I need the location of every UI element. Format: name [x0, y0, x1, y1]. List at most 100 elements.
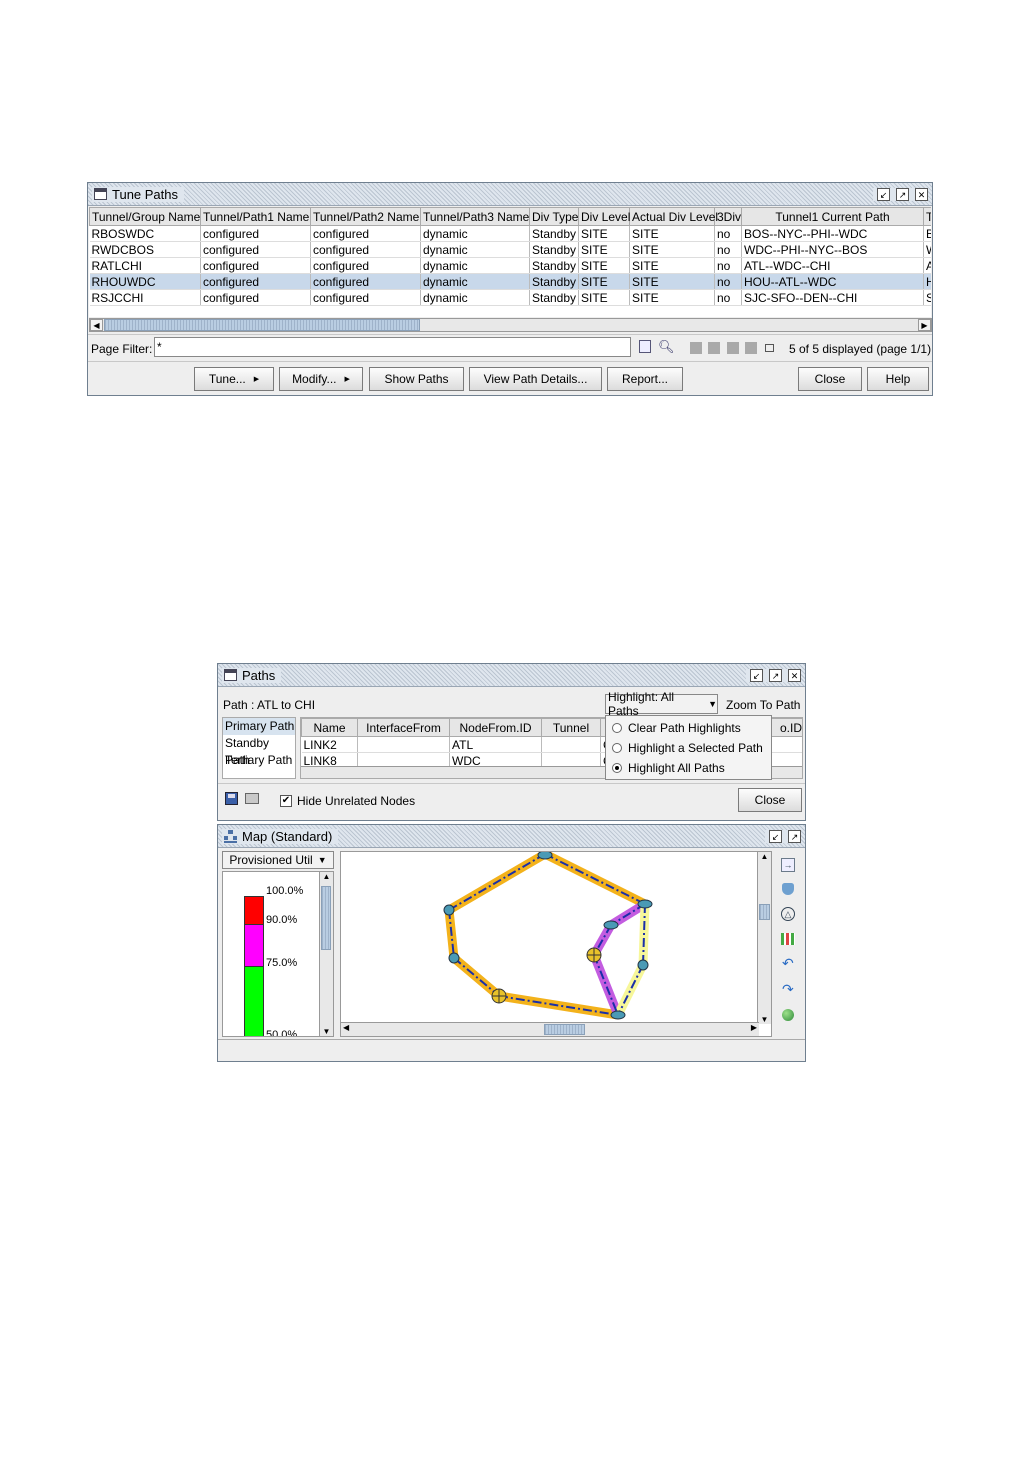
window-title: Paths [242, 667, 276, 683]
report-button[interactable]: Report... [607, 367, 683, 391]
column-header[interactable]: 3Div [714, 207, 742, 226]
page-options-icon[interactable] [765, 344, 774, 352]
menu-item-highlight-selected[interactable]: Highlight a Selected Path [606, 738, 771, 758]
close-button[interactable]: Close [798, 367, 862, 391]
path-type-standby[interactable]: Standby Path [223, 735, 295, 767]
router-node[interactable] [610, 1010, 626, 1020]
minimize-icon[interactable]: ↙ [750, 668, 763, 682]
page-filter-input[interactable]: * [154, 337, 631, 357]
menu-item-clear-highlights[interactable]: Clear Path Highlights [606, 718, 771, 738]
next-page-icon[interactable] [727, 342, 739, 354]
map-titlebar[interactable]: Map (Standard) ↙ ↗ [218, 825, 805, 848]
router-node[interactable] [448, 952, 460, 964]
highlight-dropdown[interactable]: Highlight: All Paths ▼ [605, 690, 718, 718]
table-cell: configured [200, 289, 311, 306]
save-icon[interactable] [225, 792, 238, 805]
horizontal-scrollbar[interactable]: ◀ ▶ [89, 318, 932, 332]
column-header[interactable]: Tunnel/Path1 Name [200, 207, 311, 226]
search-icon[interactable]: 🔍︎ [658, 339, 675, 355]
scroll-right-icon[interactable]: ▶ [918, 319, 931, 331]
prev-page-icon[interactable] [708, 342, 720, 354]
column-header[interactable]: Tunnel/Path2 Name [310, 207, 421, 226]
table-row[interactable]: RSJCCHI configured configured dynamic Standb… [89, 289, 931, 306]
table-cell: SITE [578, 225, 630, 242]
find-icon[interactable] [639, 340, 651, 353]
tune-paths-titlebar[interactable]: Tune Paths ↙ ↗ ✕ [88, 183, 932, 206]
column-header[interactable]: NodeFrom.ID [449, 718, 542, 737]
switch-node[interactable] [586, 947, 602, 963]
column-header[interactable]: Div Type [529, 207, 579, 226]
column-header[interactable]: Tunnel1 Current Path [741, 207, 924, 226]
router-node[interactable] [537, 852, 553, 860]
router-node[interactable] [637, 899, 653, 909]
table-row[interactable]: RBOSWDC configured configured dynamic Standb… [89, 225, 931, 242]
table-cell: HOU--ATL--WDC [741, 273, 924, 290]
paths-titlebar[interactable]: Paths ↙ ↗ ✕ [218, 664, 805, 687]
router-node[interactable] [603, 920, 619, 930]
layout-icon[interactable] [781, 933, 795, 945]
column-header[interactable]: Tunnel/Group Name [89, 207, 201, 226]
show-paths-button[interactable]: Show Paths [369, 367, 464, 391]
path-type-tertiary[interactable]: Tertiary Path [223, 752, 295, 769]
legend-label: 100.0% [266, 885, 304, 897]
path-type-primary[interactable]: Primary Path [223, 718, 295, 735]
table-cell: configured [310, 273, 421, 290]
close-icon[interactable]: ✕ [788, 668, 801, 682]
table-row[interactable]: RWDCBOS configured configured dynamic Standb… [89, 241, 931, 258]
table-row[interactable]: RHOUWDC configured configured dynamic Standb… [89, 273, 931, 290]
table-cell: RATLCHI [89, 257, 201, 274]
column-header[interactable]: Actual Div Level [629, 207, 718, 226]
scrollbar-thumb[interactable] [104, 319, 420, 331]
help-button[interactable]: Help [867, 367, 929, 391]
table-row[interactable]: RATLCHI configured configured dynamic Standb… [89, 257, 931, 274]
maximize-icon[interactable]: ↗ [788, 829, 801, 843]
map-vertical-scrollbar[interactable]: ▲ ▼ [757, 852, 771, 1024]
maximize-icon[interactable]: ↗ [896, 187, 909, 201]
close-icon[interactable]: ✕ [915, 187, 928, 201]
highlight-dropdown-value: Highlight: All Paths [608, 690, 675, 718]
close-button[interactable]: Close [738, 788, 802, 812]
zoom-to-path-button[interactable]: Zoom To Path [726, 698, 800, 712]
column-header[interactable]: Tunnel/Path3 Name [420, 207, 530, 226]
globe-icon[interactable] [782, 1009, 794, 1021]
column-header[interactable]: Name [301, 718, 358, 737]
triangle-icon[interactable]: △ [781, 907, 795, 921]
column-header[interactable]: Div Level [578, 207, 630, 226]
menu-item-highlight-all[interactable]: Highlight All Paths [606, 758, 771, 778]
column-header[interactable]: T [923, 207, 931, 226]
redo-icon[interactable]: ↷ [782, 981, 794, 998]
table-cell: SITE [578, 289, 630, 306]
map-horizontal-scrollbar[interactable]: ◀ ▶ [341, 1022, 759, 1036]
fit-icon[interactable]: → [781, 858, 795, 872]
minimize-icon[interactable]: ↙ [769, 829, 782, 843]
window-icon [94, 188, 107, 200]
table-cell: Standby [529, 225, 579, 242]
legend-scrollbar[interactable]: ▲ ▼ [319, 872, 333, 1036]
maximize-icon[interactable]: ↗ [769, 668, 782, 682]
router-node[interactable] [443, 904, 455, 916]
print-icon[interactable] [245, 793, 259, 804]
tune-paths-table: Tunnel/Group Name Tunnel/Path1 Name Tunnel… [89, 207, 931, 306]
table-cell: SITE [578, 257, 630, 274]
column-header[interactable]: Tunnel [541, 718, 601, 737]
hide-unrelated-checkbox[interactable]: ✔ Hide Unrelated Nodes [280, 794, 415, 808]
table-cell: configured [200, 241, 311, 258]
highlight-menu: Clear Path Highlights Highlight a Select… [605, 715, 772, 780]
shield-icon[interactable] [782, 883, 794, 895]
router-node[interactable] [637, 959, 649, 971]
last-page-icon[interactable] [745, 342, 757, 354]
modify-button[interactable]: Modify... ▶ [279, 367, 363, 391]
table-cell: WDC--PHI--NYC--BOS [741, 241, 924, 258]
legend-magenta [244, 924, 264, 967]
minimize-icon[interactable]: ↙ [877, 187, 890, 201]
column-header[interactable]: InterfaceFrom [357, 718, 450, 737]
util-dropdown[interactable]: Provisioned Util ▼ [222, 851, 334, 869]
map-canvas[interactable]: ▲ ▼ ◀ ▶ [340, 851, 772, 1037]
scroll-left-icon[interactable]: ◀ [90, 319, 103, 331]
tune-button[interactable]: Tune... ▶ [194, 367, 274, 391]
view-path-details-button[interactable]: View Path Details... [469, 367, 602, 391]
first-page-icon[interactable] [690, 342, 702, 354]
table-cell: configured [310, 257, 421, 274]
undo-icon[interactable]: ↶ [782, 955, 794, 972]
switch-node[interactable] [491, 988, 507, 1004]
